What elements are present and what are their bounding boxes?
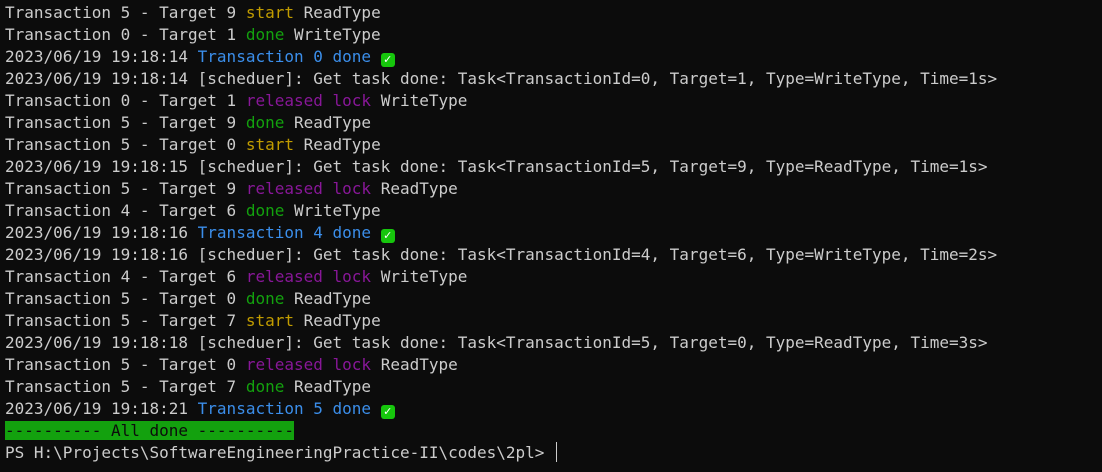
event-prefix: Transaction 5 - Target 0 <box>5 135 246 154</box>
event-prefix: Transaction 0 - Target 1 <box>5 91 246 110</box>
event-suffix: ReadType <box>371 179 458 198</box>
shell-prompt: PS H:\Projects\SoftwareEngineeringPracti… <box>5 443 555 462</box>
event-line: Transaction 5 - Target 0 released lock R… <box>5 354 1102 376</box>
event-line: Transaction 0 - Target 1 done WriteType <box>5 24 1102 46</box>
event-suffix: ReadType <box>294 311 381 330</box>
text-cursor[interactable] <box>556 442 558 462</box>
event-suffix: ReadType <box>284 113 372 132</box>
check-mark-icon: ✓ <box>380 405 395 419</box>
event-suffix: ReadType <box>284 289 372 308</box>
event-prefix: Transaction 0 - Target 1 <box>5 25 246 44</box>
transaction-done-text: Transaction 5 done <box>197 399 372 418</box>
all-done-banner: ---------- All done ---------- <box>5 421 294 440</box>
event-keyword: start <box>245 135 294 154</box>
transaction-done-text: Transaction 4 done <box>197 223 372 242</box>
event-keyword: released lock <box>245 355 372 374</box>
event-line: Transaction 4 - Target 6 done WriteType <box>5 200 1102 222</box>
event-keyword: released lock <box>245 179 372 198</box>
event-suffix: ReadType <box>371 355 458 374</box>
event-suffix: ReadType <box>294 135 381 154</box>
event-suffix: WriteType <box>284 25 381 44</box>
event-prefix: Transaction 4 - Target 6 <box>5 201 246 220</box>
event-prefix: Transaction 5 - Target 0 <box>5 355 246 374</box>
event-line: Transaction 5 - Target 7 done ReadType <box>5 376 1102 398</box>
event-keyword: start <box>245 311 294 330</box>
event-suffix: WriteType <box>284 201 381 220</box>
transaction-done-text: Transaction 0 done <box>197 47 372 66</box>
event-prefix: Transaction 5 - Target 7 <box>5 377 246 396</box>
event-keyword: done <box>245 25 285 44</box>
scheduler-log-line: 2023/06/19 19:18:15 [scheduer]: Get task… <box>5 157 988 176</box>
event-suffix: ReadType <box>284 377 372 396</box>
timestamp: 2023/06/19 19:18:14 <box>5 47 198 66</box>
timestamp: 2023/06/19 19:18:21 <box>5 399 198 418</box>
event-prefix: Transaction 4 - Target 6 <box>5 267 246 286</box>
all-done-banner-line: ---------- All done ---------- <box>5 420 1102 442</box>
event-suffix: WriteType <box>371 267 468 286</box>
event-suffix: ReadType <box>294 3 381 22</box>
event-line: Transaction 5 - Target 7 start ReadType <box>5 310 1102 332</box>
event-keyword: start <box>245 3 294 22</box>
scheduler-log-line: 2023/06/19 19:18:16 [scheduer]: Get task… <box>5 245 998 264</box>
event-prefix: Transaction 5 - Target 9 <box>5 179 246 198</box>
event-line: Transaction 5 - Target 0 start ReadType <box>5 134 1102 156</box>
shell-prompt-line[interactable]: PS H:\Projects\SoftwareEngineeringPracti… <box>5 442 1102 464</box>
transaction-done-line: 2023/06/19 19:18:21 Transaction 5 done ✓ <box>5 398 1102 420</box>
event-prefix: Transaction 5 - Target 9 <box>5 3 246 22</box>
event-keyword: released lock <box>245 267 372 286</box>
event-keyword: released lock <box>245 91 372 110</box>
event-keyword: done <box>245 201 285 220</box>
scheduler-log-line: 2023/06/19 19:18:18 [scheduer]: Get task… <box>5 333 988 352</box>
event-keyword: done <box>245 377 285 396</box>
check-mark-icon: ✓ <box>380 229 395 243</box>
event-line: Transaction 5 - Target 9 start ReadType <box>5 2 1102 24</box>
event-line: Transaction 5 - Target 9 done ReadType <box>5 112 1102 134</box>
event-prefix: Transaction 5 - Target 9 <box>5 113 246 132</box>
scheduler-log-line: 2023/06/19 19:18:14 [scheduer]: Get task… <box>5 69 998 88</box>
event-line: Transaction 4 - Target 6 released lock W… <box>5 266 1102 288</box>
transaction-done-line: 2023/06/19 19:18:16 Transaction 4 done ✓ <box>5 222 1102 244</box>
terminal-output[interactable]: Transaction 5 - Target 9 start ReadType T… <box>0 0 1102 472</box>
event-prefix: Transaction 5 - Target 7 <box>5 311 246 330</box>
event-prefix: Transaction 5 - Target 0 <box>5 289 246 308</box>
timestamp: 2023/06/19 19:18:16 <box>5 223 198 242</box>
event-line: Transaction 5 - Target 0 done ReadType <box>5 288 1102 310</box>
transaction-done-line: 2023/06/19 19:18:14 Transaction 0 done ✓ <box>5 46 1102 68</box>
check-mark-icon: ✓ <box>380 53 395 67</box>
event-line: Transaction 0 - Target 1 released lock W… <box>5 90 1102 112</box>
event-line: Transaction 5 - Target 9 released lock R… <box>5 178 1102 200</box>
event-suffix: WriteType <box>371 91 468 110</box>
event-keyword: done <box>245 289 285 308</box>
event-keyword: done <box>245 113 285 132</box>
